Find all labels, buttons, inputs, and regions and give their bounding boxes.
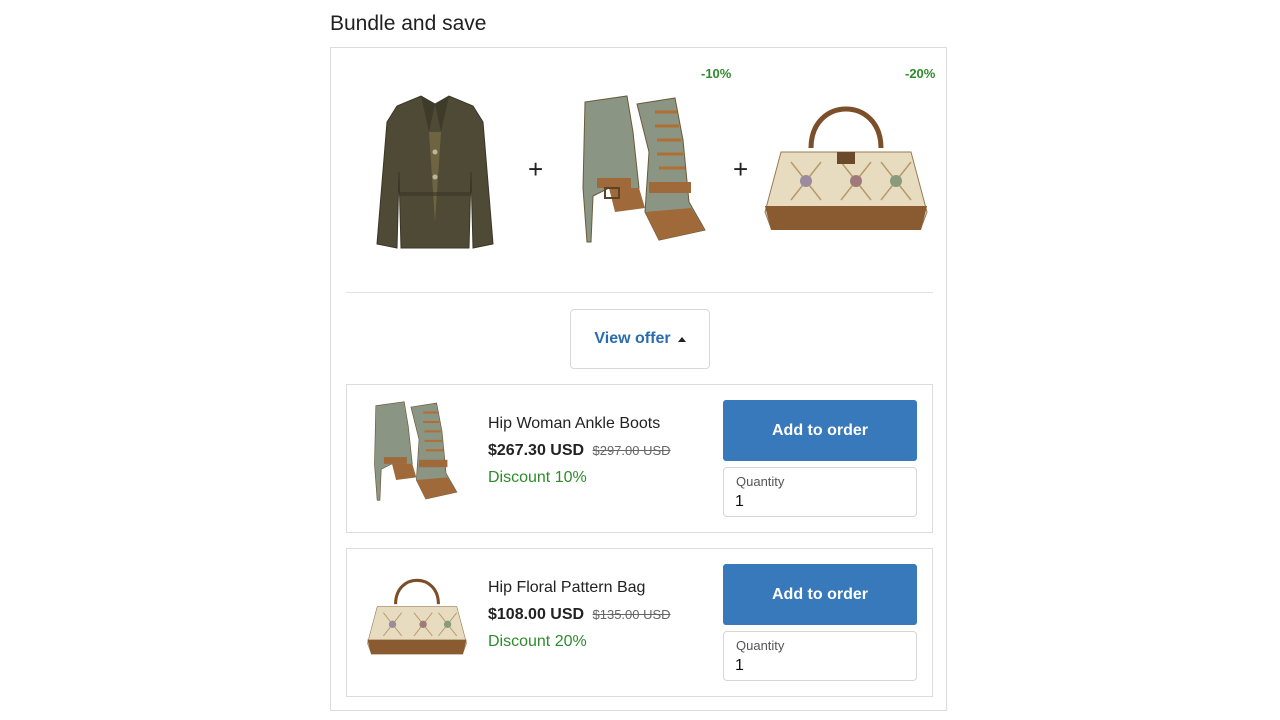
jacket-image[interactable] (373, 92, 497, 252)
offer-current-price: $267.30 USD (488, 442, 585, 459)
offer-old-price: $135.00 USD (592, 607, 671, 622)
ankle-boots-image[interactable] (575, 92, 711, 246)
quantity-label: Quantity (736, 638, 785, 653)
quantity-input[interactable] (735, 492, 905, 512)
bag-discount-tag: -20% (905, 66, 936, 81)
offer-discount: Discount 20% (488, 633, 587, 650)
view-offer-label: View offer (594, 330, 671, 347)
quantity-field[interactable]: Quantity (723, 631, 917, 681)
caret-up-icon (677, 336, 686, 342)
view-offer-button[interactable]: View offer (570, 309, 710, 369)
quantity-label: Quantity (736, 474, 785, 489)
ankle-boots-thumbnail[interactable] (369, 399, 461, 508)
quantity-input[interactable] (735, 656, 905, 676)
floral-bag-image[interactable] (761, 102, 931, 236)
plus-icon: + (528, 154, 544, 184)
floral-bag-thumbnail[interactable] (365, 575, 469, 664)
bundle-container: + -10% + -20% View offer Hip Woman Ankle… (330, 47, 947, 711)
offer-card-boots: Hip Woman Ankle Boots $267.30 USD $297.0… (346, 384, 933, 533)
quantity-field[interactable]: Quantity (723, 467, 917, 517)
offer-old-price: $297.00 USD (592, 443, 671, 458)
boots-discount-tag: -10% (701, 66, 732, 81)
offer-discount: Discount 10% (488, 469, 587, 486)
offer-product-name: Hip Floral Pattern Bag (488, 579, 646, 596)
section-title: Bundle and save (330, 12, 487, 35)
offer-product-name: Hip Woman Ankle Boots (488, 415, 661, 432)
offer-current-price: $108.00 USD (488, 606, 585, 623)
add-to-order-button[interactable]: Add to order (723, 564, 917, 625)
offer-card-bag: Hip Floral Pattern Bag $108.00 USD $135.… (346, 548, 933, 697)
offer-price: $267.30 USD $297.00 USD (488, 442, 671, 460)
add-to-order-button[interactable]: Add to order (723, 400, 917, 461)
divider (346, 292, 933, 293)
plus-icon: + (733, 154, 749, 184)
offer-price: $108.00 USD $135.00 USD (488, 606, 671, 624)
